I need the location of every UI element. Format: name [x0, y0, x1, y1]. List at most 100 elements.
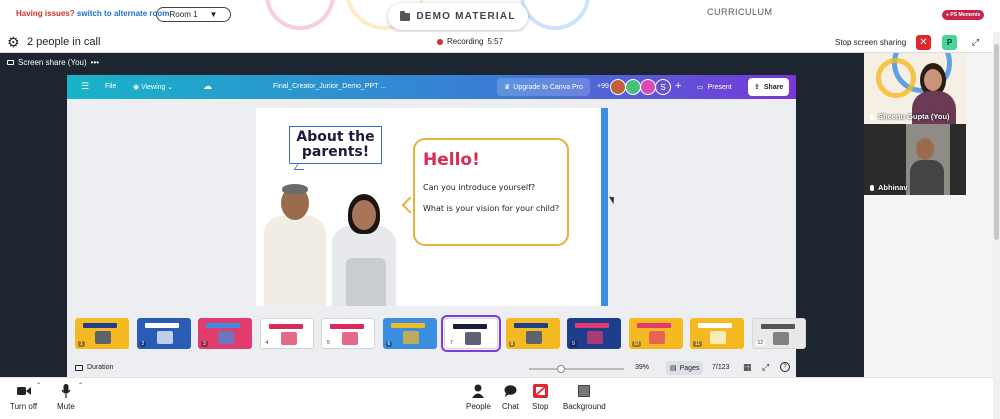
page-thumbnail[interactable]: 10 [628, 318, 683, 349]
question-1: Can you introduce yourself? [423, 183, 536, 192]
ps-moments-label: PS Moments [950, 12, 981, 18]
page-thumbnail[interactable]: 12 [751, 318, 806, 349]
abhinav-body [910, 160, 944, 195]
expand-icon[interactable]: ⤢ [968, 35, 983, 50]
mic-options-chevron-icon[interactable]: ⌃ [78, 382, 83, 389]
issues-banner: Having issues? switch to alternate room [16, 9, 169, 18]
stop-share-button[interactable]: Stop [532, 384, 548, 411]
speech-bubble: Hello! Can you introduce yourself? What … [413, 138, 569, 246]
folder-icon [400, 10, 411, 21]
recording-time: 5:57 [487, 37, 504, 46]
recording-indicator: Recording 5:57 [437, 37, 503, 46]
gear-icon[interactable]: ⚙ [7, 35, 20, 49]
thumbnail-number: 4 [263, 340, 271, 346]
screen-share-text: Screen share (You) [18, 58, 87, 67]
file-menu[interactable]: File [105, 83, 116, 90]
mute-button[interactable]: Mute [57, 384, 75, 411]
background-icon [578, 384, 591, 398]
room-select[interactable]: Room 1 ▼ [156, 7, 231, 22]
scrollbar-thumb[interactable] [994, 44, 999, 240]
duration-icon [75, 364, 83, 371]
stop-sharing-close-icon[interactable]: ✕ [916, 35, 931, 50]
stop-share-icon [532, 384, 548, 398]
abhinav-face [916, 138, 934, 160]
camera-options-chevron-icon[interactable]: ⌃ [36, 382, 41, 389]
page-thumbnail[interactable]: 11 [690, 318, 744, 349]
fullscreen-icon[interactable]: ⤢ [762, 362, 769, 373]
turn-off-label: Turn off [10, 402, 38, 411]
thumbnail-content [390, 323, 425, 328]
p-badge[interactable]: P [942, 35, 957, 50]
upgrade-label: Upgrade to Canva Pro [513, 83, 583, 91]
collaborator-avatar[interactable] [640, 79, 656, 95]
background-label: Background [563, 402, 606, 411]
page-thumbnail[interactable]: 3 [198, 318, 252, 349]
sheenu-face [924, 69, 942, 91]
zoom-slider[interactable] [529, 365, 624, 373]
share-button[interactable]: ⇪ Share [748, 78, 790, 96]
cloud-sync-icon[interactable]: ☁ [203, 81, 212, 92]
slide-canvas[interactable]: About the parents! Hello! Can you introd… [256, 108, 608, 306]
thumbnail-content [453, 324, 487, 329]
page-thumbnail[interactable]: 9 [567, 318, 621, 349]
collaborator-avatar[interactable] [625, 79, 641, 95]
page-scrollbar[interactable] [993, 32, 1000, 419]
page-thumbnail[interactable]: 5 [321, 318, 375, 349]
viewing-menu[interactable]: ◉ Viewing ⌄ [133, 83, 173, 91]
mother-saree [346, 258, 386, 306]
page-thumbnail[interactable]: 6 [382, 318, 437, 349]
mic-icon [870, 184, 874, 191]
zoom-slider-knob[interactable] [557, 365, 565, 373]
page-thumbnail[interactable]: 1 [75, 318, 129, 349]
add-collaborator-icon[interactable]: + [675, 80, 681, 92]
screen-share-label: Screen share (You) ••• [7, 58, 99, 67]
pages-label: Pages [679, 364, 700, 372]
document-title[interactable]: Final_Creator_Junior_Demo_PPT ... [273, 83, 386, 90]
duration-button[interactable]: Duration [75, 364, 113, 371]
present-button[interactable]: ▭ Present [691, 78, 738, 96]
thumbnail-content [513, 323, 548, 328]
participant-tile-sheenu[interactable]: Sheenu Gupta (You) [864, 53, 966, 124]
help-icon[interactable]: ? [780, 362, 790, 372]
page-thumbnail[interactable]: 2 [136, 318, 191, 349]
page-thumbnail[interactable]: 7 [441, 315, 501, 352]
pages-button[interactable]: ▤ Pages [666, 361, 704, 375]
thumbnail-content [218, 331, 234, 344]
thumbnail-number: 11 [693, 341, 703, 347]
upgrade-button[interactable]: ♛ Upgrade to Canva Pro [497, 78, 590, 96]
thumbnail-content [206, 323, 240, 328]
eye-icon: ◉ [133, 84, 140, 91]
thumbnail-number: 9 [570, 341, 577, 347]
thumbnail-number: 10 [631, 341, 642, 347]
people-count: 2 people in call [27, 36, 101, 48]
ps-moments-badge[interactable]: ● PS Moments [942, 10, 985, 20]
recording-label: Recording [447, 37, 484, 46]
curriculum-tab[interactable]: CURRICULUM [707, 7, 773, 17]
top-bar: Having issues? switch to alternate room … [0, 0, 1000, 32]
stop-screen-sharing-label[interactable]: Stop screen sharing [835, 38, 906, 47]
page-count: 7/123 [712, 364, 730, 371]
people-button[interactable]: People [466, 384, 491, 411]
turn-off-camera-button[interactable]: Turn off [10, 384, 37, 411]
collaborator-avatar[interactable] [610, 79, 626, 95]
collaborator-avatar-s[interactable]: S [655, 79, 671, 95]
share-label: Share [763, 83, 784, 91]
decor-arc [265, 0, 335, 30]
thumbnail-content [525, 331, 542, 344]
camera-icon [16, 384, 31, 398]
more-collaborators-count[interactable]: +99 [597, 83, 609, 90]
demo-material-button[interactable]: DEMO MATERIAL [388, 3, 528, 30]
grid-view-icon[interactable]: ▦ [743, 362, 752, 373]
participant-name-text: Abhinav [878, 183, 908, 192]
page-thumbnail[interactable]: 8 [505, 318, 560, 349]
father-hair [282, 184, 308, 194]
background-button[interactable]: Background [563, 384, 606, 411]
hamburger-menu-icon[interactable]: ☰ [81, 81, 89, 92]
present-label: Present [707, 83, 732, 91]
page-thumbnail[interactable]: 4 [259, 318, 314, 349]
more-icon[interactable]: ••• [91, 58, 99, 67]
chat-button[interactable]: Chat [502, 384, 519, 411]
participant-tile-abhinav[interactable]: Abhinav [864, 124, 966, 195]
thumbnail-number: 2 [139, 341, 147, 347]
tile-bg-arc [876, 58, 916, 98]
